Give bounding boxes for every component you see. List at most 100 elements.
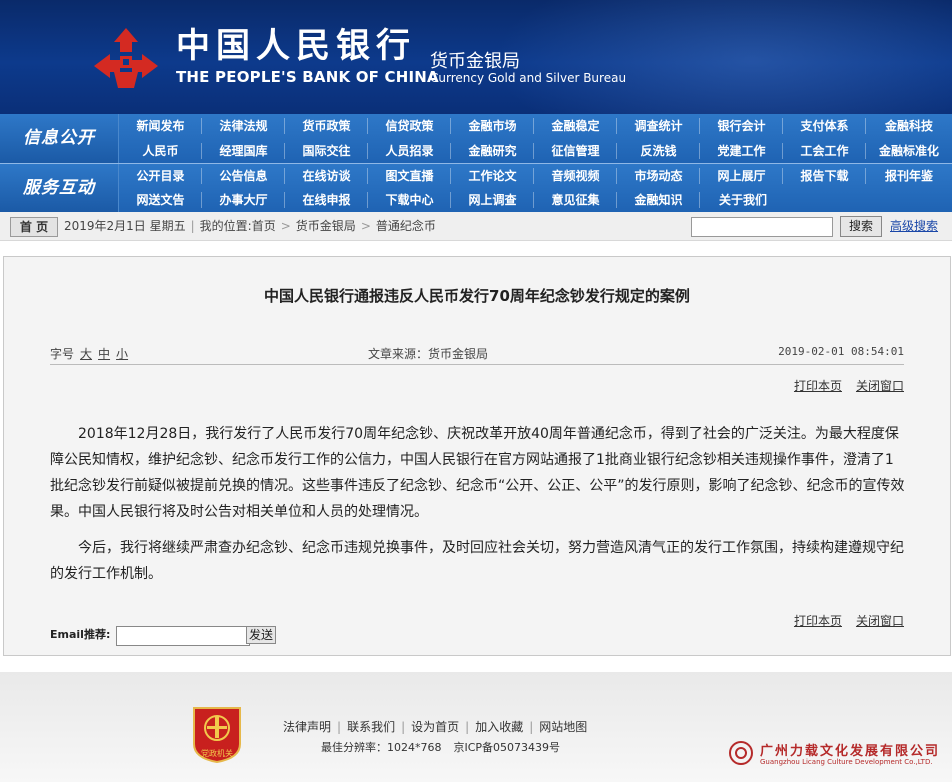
nav-item[interactable]: 关于我们 (700, 188, 786, 212)
header-glow (492, 0, 952, 114)
footer-info: 最佳分辨率：1024*768 京ICP备05073439号 (321, 739, 560, 755)
home-button[interactable]: 首 页 (10, 217, 58, 237)
email-field[interactable] (116, 626, 250, 646)
logo-english: THE PEOPLE'S BANK OF CHINA (176, 68, 439, 86)
crumb-link-home[interactable]: 首页 (252, 219, 276, 233)
nav-item[interactable]: 音频视频 (534, 164, 617, 188)
footer-links: 法律声明 | 联系我们 | 设为首页 | 加入收藏 | 网站地图 (283, 718, 587, 735)
nav-item[interactable]: 报告下载 (783, 164, 866, 188)
breadcrumb-bar: 首 页 2019年2月1日 星期五 | 我的位置:首页 > 货币金银局 > 普通纪念币 搜索… (0, 212, 952, 241)
nav-item[interactable]: 金融稳定 (534, 114, 617, 138)
nav-item[interactable]: 信贷政策 (368, 114, 451, 138)
current-date: 2019年2月1日 星期五 (64, 219, 186, 233)
bureau-name-en: Currency Gold and Silver Bureau (430, 71, 627, 85)
search-input[interactable] (691, 217, 833, 237)
nav-item[interactable]: 金融研究 (451, 139, 534, 163)
nav-item[interactable]: 下载中心 (368, 188, 451, 212)
chevron-right-icon: > (360, 219, 371, 233)
nav-item[interactable]: 人民币 (119, 139, 202, 163)
nav-row-2: 人民币 经理国库 国际交往 人员招录 金融研究 征信管理 反洗钱 党建工作 工会… (119, 139, 952, 163)
nav-item[interactable]: 新闻发布 (119, 114, 202, 138)
email-recommend-label: Email推荐: (50, 628, 111, 641)
nav-item[interactable]: 市场动态 (617, 164, 700, 188)
crumb-link-bureau[interactable]: 货币金银局 (296, 219, 356, 233)
icp-number: 京ICP备05073439号 (453, 741, 561, 754)
footer-separator: | (337, 720, 342, 734)
nav-item[interactable]: 工会工作 (783, 139, 866, 163)
nav-item[interactable]: 工作论文 (451, 164, 534, 188)
footer-link[interactable]: 设为首页 (411, 720, 459, 734)
footer-separator: | (401, 720, 406, 734)
send-button[interactable]: 发送 (246, 626, 276, 644)
nav-group-info-disclosure: 信息公开 (0, 114, 119, 163)
nav-item[interactable]: 法律法规 (202, 114, 285, 138)
search-button[interactable]: 搜索 (840, 216, 882, 237)
nav-item[interactable]: 金融标准化 (866, 139, 952, 163)
close-window-link[interactable]: 关闭窗口 (856, 379, 904, 393)
article-panel: 中国人民银行通报违反人民币发行70周年纪念钞发行规定的案例 字号大中小 文章来源… (3, 256, 951, 656)
nav-item[interactable]: 货币政策 (285, 114, 368, 138)
print-page-link[interactable]: 打印本页 (794, 379, 842, 393)
font-size-large[interactable]: 大 (80, 347, 92, 361)
nav-item[interactable]: 公开目录 (119, 164, 202, 188)
nav-item[interactable]: 公告信息 (202, 164, 285, 188)
article-actions-top: 打印本页 关闭窗口 (780, 377, 904, 394)
main-nav: 信息公开 新闻发布 法律法规 货币政策 信贷政策 金融市场 金融稳定 调查统计 … (0, 114, 952, 212)
developer-name-cn: 广州力载文化发展有限公司 (760, 744, 941, 759)
site-header: 中国人民银行 THE PEOPLE'S BANK OF CHINA 货币金银局 … (0, 0, 952, 114)
developer-logo-icon (729, 741, 753, 765)
best-resolution: 最佳分辨率：1024*768 (321, 741, 442, 754)
nav-item[interactable]: 征信管理 (534, 139, 617, 163)
footer-link[interactable]: 联系我们 (347, 720, 395, 734)
nav-item[interactable]: 网上展厅 (700, 164, 783, 188)
article-paragraph: 今后，我行将继续严肃查办纪念钞、纪念币违规兑换事件，及时回应社会关切，努力营造风… (50, 540, 904, 582)
footer-link[interactable]: 网站地图 (539, 720, 587, 734)
nav-item[interactable]: 办事大厅 (202, 188, 285, 212)
nav-item[interactable]: 国际交往 (285, 139, 368, 163)
nav-item[interactable]: 图文直播 (368, 164, 451, 188)
location-label: 我的位置: (199, 219, 252, 233)
article-paragraph: 2018年12月28日，我行发行了人民币发行70周年纪念钞、庆祝改革开放40周年… (50, 426, 905, 520)
nav-item[interactable]: 金融市场 (451, 114, 534, 138)
nav-item[interactable]: 网送文告 (119, 188, 202, 212)
article-title: 中国人民银行通报违反人民币发行70周年纪念钞发行规定的案例 (264, 287, 690, 305)
nav-item[interactable]: 支付体系 (783, 114, 866, 138)
nav-item[interactable]: 网上调查 (451, 188, 534, 212)
nav-item[interactable]: 在线申报 (285, 188, 368, 212)
nav-grid-info: 新闻发布 法律法规 货币政策 信贷政策 金融市场 金融稳定 调查统计 银行会计 … (119, 114, 952, 163)
font-size-small[interactable]: 小 (116, 347, 128, 361)
nav-row-3: 公开目录 公告信息 在线访谈 图文直播 工作论文 音频视频 市场动态 网上展厅 … (119, 164, 952, 188)
article-source: 文章来源：货币金银局 (368, 347, 489, 361)
crumb-link-coins[interactable]: 普通纪念币 (376, 219, 436, 233)
nav-item[interactable]: 人员招录 (368, 139, 451, 163)
footer-link[interactable]: 加入收藏 (475, 720, 523, 734)
nav-item[interactable]: 反洗钱 (617, 139, 700, 163)
party-government-badge-icon[interactable]: 党政机关 (190, 704, 244, 764)
badge-text: 党政机关 (201, 748, 233, 758)
nav-item[interactable]: 在线访谈 (285, 164, 368, 188)
breadcrumb: 2019年2月1日 星期五 | 我的位置:首页 > 货币金银局 > 普通纪念币 (64, 212, 436, 240)
footer-link[interactable]: 法律声明 (283, 720, 331, 734)
nav-item[interactable]: 经理国库 (202, 139, 285, 163)
site-footer: 党政机关 法律声明 | 联系我们 | 设为首页 | 加入收藏 | 网站地图 最佳分辨率：1024… (0, 672, 952, 782)
print-page-link[interactable]: 打印本页 (794, 614, 842, 628)
nav-item[interactable]: 调查统计 (617, 114, 700, 138)
nav-item[interactable]: 党建工作 (700, 139, 783, 163)
nav-item[interactable]: 意见征集 (534, 188, 617, 212)
crumb-separator: | (190, 219, 195, 233)
font-size-switcher: 字号大中小 (50, 345, 128, 362)
advanced-search-link[interactable]: 高级搜索 (890, 212, 938, 240)
article-body: 2018年12月28日，我行发行了人民币发行70周年纪念钞、庆祝改革开放40周年… (50, 421, 906, 597)
article-meta: 字号大中小 文章来源：货币金银局 2019-02-01 08:54:01 (50, 338, 904, 365)
pboc-logo-icon[interactable] (90, 26, 162, 90)
font-size-medium[interactable]: 中 (98, 347, 110, 361)
nav-item[interactable]: 金融科技 (866, 114, 952, 138)
font-size-label: 字号 (50, 347, 75, 361)
logo-chinese: 中国人民银行 (176, 26, 416, 66)
close-window-link[interactable]: 关闭窗口 (856, 614, 904, 628)
bureau-name-cn: 货币金银局 (430, 51, 520, 72)
nav-item[interactable]: 金融知识 (617, 188, 700, 212)
article-time: 2019-02-01 08:54:01 (778, 345, 904, 358)
nav-item[interactable]: 报刊年鉴 (866, 164, 952, 188)
nav-item[interactable]: 银行会计 (700, 114, 783, 138)
